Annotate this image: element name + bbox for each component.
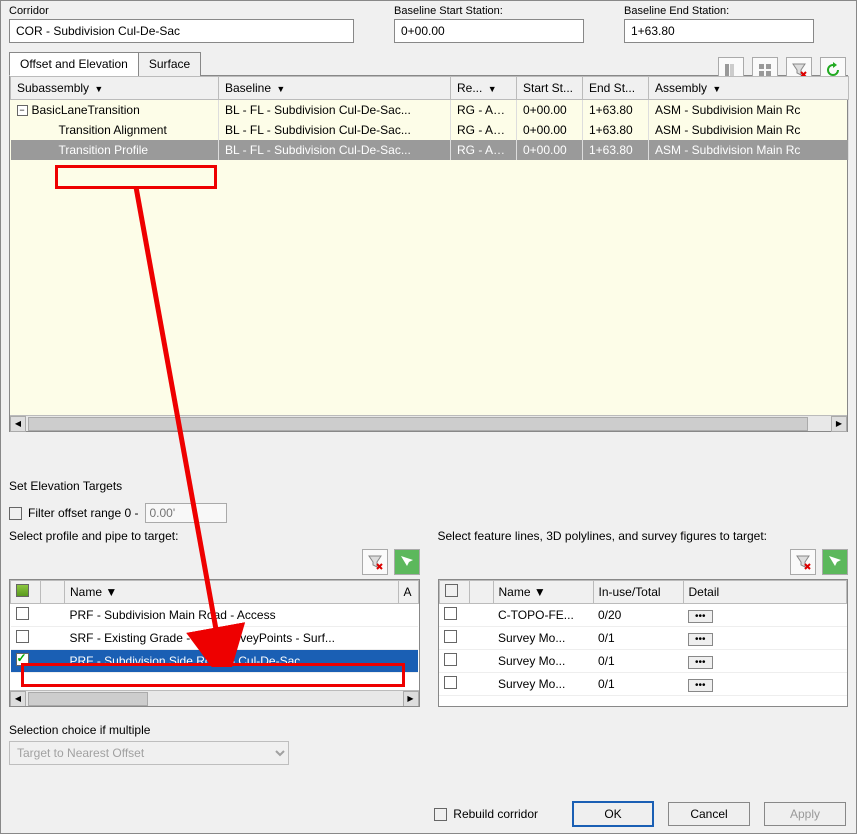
right-panel-label: Select feature lines, 3D polylines, and …	[438, 529, 849, 543]
col-baseline[interactable]: Baseline ▼	[219, 77, 451, 100]
right-hdr-detail[interactable]: Detail	[683, 581, 847, 604]
tree-child-row-selected[interactable]: Transition Profile BL - FL - Subdivision…	[11, 140, 849, 160]
filter-range-input[interactable]	[145, 503, 227, 523]
list-item[interactable]: Survey Mo...0/1•••	[439, 650, 847, 673]
left-hscrollbar[interactable]: ◀▶	[10, 690, 419, 706]
list-item-selected[interactable]: PRF - Subdivision Side Road – Cul-De-Sac	[11, 650, 419, 673]
start-station-input[interactable]	[394, 19, 584, 43]
rebuild-label: Rebuild corridor	[453, 807, 538, 821]
col-start-station[interactable]: Start St...	[517, 77, 583, 100]
left-hdr-check[interactable]	[11, 581, 41, 604]
tree-root-row[interactable]: −BasicLaneTransition BL - FL - Subdivisi…	[11, 100, 849, 121]
list-item[interactable]: Survey Mo...0/1•••	[439, 673, 847, 696]
section-title: Set Elevation Targets	[9, 479, 848, 493]
hscrollbar[interactable]: ◀▶	[10, 415, 847, 431]
filter-label: Filter offset range 0 -	[28, 506, 139, 520]
col-end-station[interactable]: End St...	[583, 77, 649, 100]
left-clear-filter-button[interactable]	[362, 549, 388, 575]
left-hdr-icon	[41, 581, 65, 604]
apply-button[interactable]: Apply	[764, 802, 846, 826]
right-hdr-name[interactable]: Name ▼	[493, 581, 593, 604]
detail-button[interactable]: •••	[688, 633, 713, 646]
col-region[interactable]: Re... ▼	[451, 77, 517, 100]
filter-checkbox[interactable]	[9, 507, 22, 520]
right-hdr-icon	[469, 581, 493, 604]
rebuild-checkbox[interactable]	[434, 808, 447, 821]
detail-button[interactable]: •••	[688, 679, 713, 692]
col-assembly[interactable]: Assembly ▼	[649, 77, 849, 100]
left-hdr-name[interactable]: Name ▼	[65, 581, 399, 604]
tab-offset-elevation[interactable]: Offset and Elevation	[9, 52, 139, 76]
left-hdr-a[interactable]: A	[398, 581, 418, 604]
corridor-label: Corridor	[9, 5, 354, 17]
list-item[interactable]: SRF - Existing Grade - FromSurveyPoints …	[11, 627, 419, 650]
detail-button[interactable]: •••	[688, 610, 713, 623]
cancel-button[interactable]: Cancel	[668, 802, 750, 826]
list-item[interactable]: Survey Mo...0/1•••	[439, 627, 847, 650]
right-hdr-inuse[interactable]: In-use/Total	[593, 581, 683, 604]
ok-button[interactable]: OK	[572, 801, 654, 827]
start-station-label: Baseline Start Station:	[394, 5, 584, 17]
tree-child-row[interactable]: Transition Alignment BL - FL - Subdivisi…	[11, 120, 849, 140]
list-item[interactable]: PRF - Subdivision Main Road - Access	[11, 604, 419, 627]
list-item[interactable]: C-TOPO-FE...0/20•••	[439, 604, 847, 627]
tab-surface[interactable]: Surface	[138, 52, 201, 76]
right-hdr-check[interactable]	[439, 581, 469, 604]
selection-choice-select[interactable]: Target to Nearest Offset	[9, 741, 289, 765]
expander-icon[interactable]: −	[17, 105, 28, 116]
right-clear-filter-button[interactable]	[790, 549, 816, 575]
right-pick-button[interactable]	[822, 549, 848, 575]
selection-choice-label: Selection choice if multiple	[9, 723, 848, 737]
end-station-label: Baseline End Station:	[624, 5, 814, 17]
detail-button[interactable]: •••	[688, 656, 713, 669]
left-pick-button[interactable]	[394, 549, 420, 575]
col-subassembly[interactable]: Subassembly ▼	[11, 77, 219, 100]
end-station-input[interactable]	[624, 19, 814, 43]
corridor-input[interactable]	[9, 19, 354, 43]
left-panel-label: Select profile and pipe to target:	[9, 529, 420, 543]
